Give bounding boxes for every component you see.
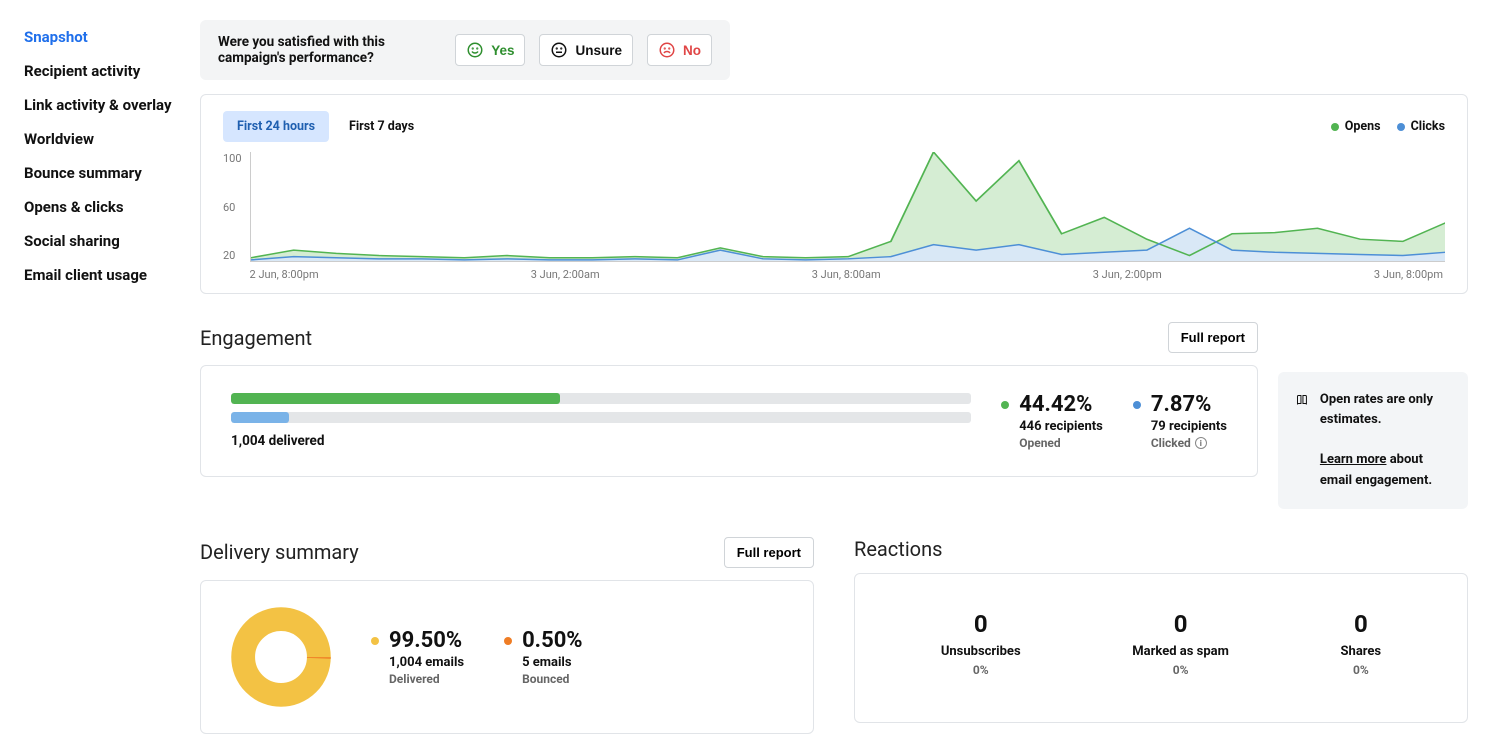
feedback-question: Were you satisfied with this campaign's … [218,34,441,66]
engagement-aside: Open rates are only estimates. Learn mor… [1278,372,1468,509]
click-stat: 7.87% 79 recipients Clickedi [1133,392,1227,450]
feedback-bar: Were you satisfied with this campaign's … [200,20,730,80]
feedback-yes-button[interactable]: Yes [455,34,525,66]
chart-x-axis: 2 Jun, 8:00pm 3 Jun, 2:00am 3 Jun, 8:00a… [250,268,1445,281]
reaction-spam: 0 Marked as spam 0% [1132,610,1229,677]
click-bar [231,412,971,423]
feedback-yes-label: Yes [491,43,514,58]
book-icon [1296,390,1308,410]
info-icon[interactable]: i [1195,437,1207,449]
sidebar-item-snapshot[interactable]: Snapshot [24,20,174,54]
delivery-donut [231,607,331,707]
reactions-card: 0 Unsubscribes 0% 0 Marked as spam 0% 0 … [854,573,1468,723]
legend-opens: Opens [1331,119,1381,134]
range-tab-24h[interactable]: First 24 hours [223,111,329,142]
feedback-no-button[interactable]: No [647,34,712,66]
engagement-full-report-button[interactable]: Full report [1168,322,1258,353]
delivery-full-report-button[interactable]: Full report [724,537,814,568]
sidebar-item-email-client-usage[interactable]: Email client usage [24,258,174,292]
bounced-stat: 0.50% 5 emails Bounced [504,628,583,686]
aside-learn-more-link[interactable]: Learn more [1320,452,1387,467]
sidebar-item-bounce-summary[interactable]: Bounce summary [24,156,174,190]
open-bar [231,393,971,404]
legend-clicks: Clicks [1397,119,1445,134]
feedback-no-label: No [683,43,701,58]
sidebar: Snapshot Recipient activity Link activit… [24,20,174,734]
chart-plot [250,152,1445,262]
delivered-label: 1,004 delivered [231,433,971,449]
sidebar-item-worldview[interactable]: Worldview [24,122,174,156]
reactions-title: Reactions [854,537,942,561]
range-tabs: First 24 hours First 7 days [223,111,428,142]
reaction-shares: 0 Shares 0% [1341,610,1382,677]
frown-icon [658,41,676,59]
range-tab-7d[interactable]: First 7 days [335,111,428,142]
delivery-card: 99.50% 1,004 emails Delivered 0.50% 5 em… [200,580,814,734]
engagement-card: 1,004 delivered 44.42% 446 recipients Op… [200,365,1258,477]
feedback-unsure-button[interactable]: Unsure [539,34,633,66]
smile-icon [466,41,484,59]
chart-legend: Opens Clicks [1331,119,1445,134]
open-stat: 44.42% 446 recipients Opened [1001,392,1103,450]
neutral-icon [550,41,568,59]
chart-y-axis: 100 60 20 [223,152,250,262]
sidebar-item-link-activity[interactable]: Link activity & overlay [24,88,174,122]
reaction-unsubscribes: 0 Unsubscribes 0% [941,610,1021,677]
delivery-title: Delivery summary [200,540,359,564]
delivered-stat: 99.50% 1,004 emails Delivered [371,628,464,686]
feedback-unsure-label: Unsure [575,43,622,58]
sidebar-item-opens-clicks[interactable]: Opens & clicks [24,190,174,224]
aside-line1: Open rates are only estimates. [1320,392,1433,427]
sidebar-item-recipient-activity[interactable]: Recipient activity [24,54,174,88]
engagement-title: Engagement [200,326,312,350]
sidebar-item-social-sharing[interactable]: Social sharing [24,224,174,258]
chart-panel: First 24 hours First 7 days Opens Clicks… [200,94,1468,294]
